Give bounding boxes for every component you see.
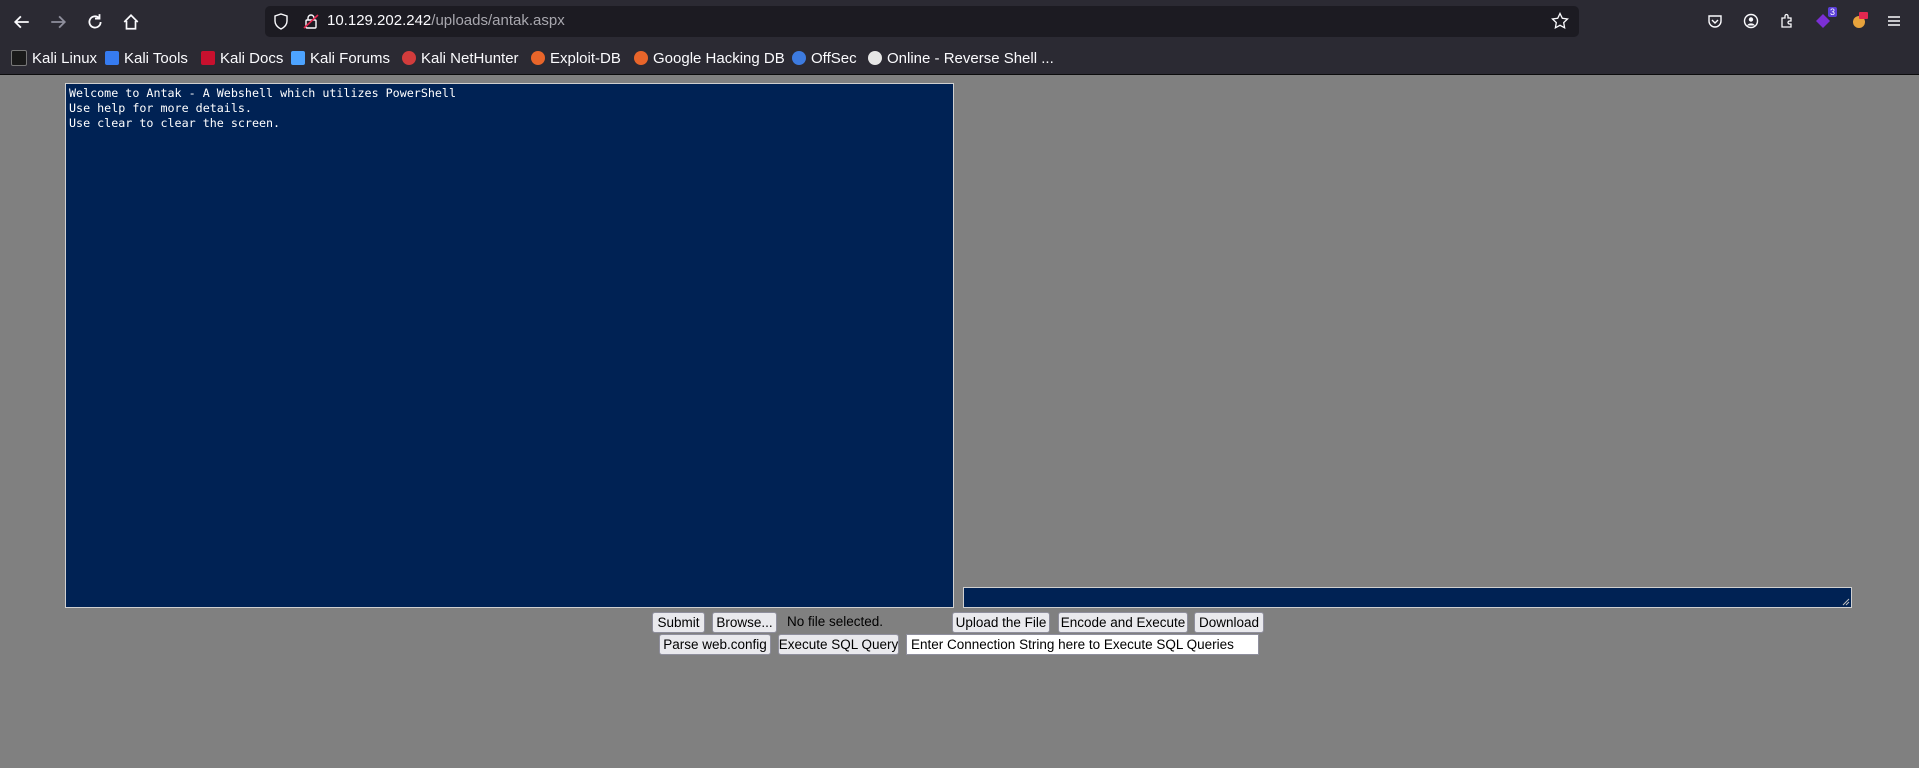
console-line: Use help for more details.: [69, 101, 252, 115]
kali-dragon-icon: [11, 50, 27, 66]
bookmarks-toolbar: Kali Linux Kali Tools Kali Docs Kali For…: [0, 43, 1919, 75]
exploit-db-icon: [531, 51, 545, 65]
extensions-button[interactable]: [1776, 10, 1798, 32]
back-button[interactable]: [9, 9, 35, 35]
upload-file-button[interactable]: Upload the File: [952, 612, 1050, 633]
ghdb-icon: [634, 51, 648, 65]
fox-extension-icon: [1853, 12, 1868, 28]
bookmark-label: Kali Forums: [310, 49, 391, 67]
bookmark-kali-docs[interactable]: Kali Docs: [201, 48, 283, 68]
bookmark-reverse-shell[interactable]: Online - Reverse Shell ...: [868, 48, 1054, 68]
bookmark-kali-linux[interactable]: Kali Linux: [11, 48, 97, 68]
console-line: Use clear to clear the screen.: [69, 116, 281, 130]
execute-sql-button[interactable]: Execute SQL Query: [778, 634, 899, 655]
menu-button[interactable]: [1883, 10, 1905, 32]
url-host: 10.129.202.242: [327, 12, 432, 29]
kali-forums-icon: [291, 51, 305, 65]
submit-button[interactable]: Submit: [652, 612, 705, 633]
encode-execute-button[interactable]: Encode and Execute: [1058, 612, 1188, 633]
hamburger-menu-icon: [1888, 16, 1900, 26]
shield-icon[interactable]: [273, 13, 289, 30]
home-icon: [123, 14, 139, 30]
bookmark-kali-forums[interactable]: Kali Forums: [291, 48, 390, 68]
account-icon: [1743, 13, 1759, 29]
bookmark-label: Exploit-DB: [550, 49, 621, 67]
browser-toolbar: 10.129.202.242/uploads/antak.aspx 3: [0, 0, 1919, 43]
forward-button[interactable]: [45, 9, 71, 35]
bookmark-star-icon[interactable]: [1551, 12, 1569, 30]
browse-button[interactable]: Browse...: [712, 612, 777, 633]
account-button[interactable]: [1740, 10, 1762, 32]
home-button[interactable]: [118, 9, 144, 35]
extension-purple-button[interactable]: 3: [1812, 7, 1837, 32]
bookmark-label: Kali Docs: [220, 49, 284, 67]
pocket-icon: [1708, 15, 1722, 28]
bookmark-label: Kali NetHunter: [421, 49, 519, 67]
bookmark-label: OffSec: [811, 49, 857, 67]
address-bar[interactable]: 10.129.202.242/uploads/antak.aspx: [265, 6, 1579, 37]
back-arrow-icon: [13, 15, 29, 29]
bookmark-exploit-db[interactable]: Exploit-DB: [531, 48, 621, 68]
nethunter-icon: [402, 51, 416, 65]
url-text[interactable]: 10.129.202.242/uploads/antak.aspx: [327, 12, 565, 29]
bookmark-label: Google Hacking DB: [653, 49, 785, 67]
bookmark-kali-nethunter[interactable]: Kali NetHunter: [402, 48, 519, 68]
bookmark-label: Kali Tools: [124, 49, 188, 67]
puzzle-icon: [1781, 13, 1792, 28]
insecure-lock-icon[interactable]: [303, 13, 319, 30]
reload-icon: [88, 14, 102, 29]
resize-grip-icon[interactable]: [1842, 598, 1850, 606]
parse-web-config-button[interactable]: Parse web.config: [659, 634, 771, 655]
console-line: Welcome to Antak - A Webshell which util…: [69, 86, 457, 100]
url-path: /uploads/antak.aspx: [431, 12, 565, 29]
bookmark-offsec[interactable]: OffSec: [792, 48, 857, 68]
bookmark-label: Online - Reverse Shell ...: [887, 49, 1054, 67]
command-input[interactable]: [963, 587, 1852, 608]
bookmark-label: Kali Linux: [32, 49, 98, 67]
sql-connection-string-input[interactable]: Enter Connection String here to Execute …: [906, 634, 1259, 655]
pocket-button[interactable]: [1704, 10, 1726, 32]
skull-icon: [868, 51, 882, 65]
bookmark-kali-tools[interactable]: Kali Tools: [105, 48, 188, 68]
console-output[interactable]: Welcome to Antak - A Webshell which util…: [65, 83, 954, 608]
kali-tools-icon: [105, 51, 119, 65]
bookmark-google-hacking-db[interactable]: Google Hacking DB: [634, 48, 785, 68]
forward-arrow-icon: [51, 15, 67, 29]
download-button[interactable]: Download: [1194, 612, 1264, 633]
reload-button[interactable]: [82, 9, 108, 35]
file-status-text: No file selected.: [787, 614, 884, 629]
extension-badge: 3: [1827, 7, 1837, 17]
offsec-icon: [792, 51, 806, 65]
extension-fox-button[interactable]: [1848, 10, 1870, 32]
kali-docs-icon: [201, 51, 215, 65]
